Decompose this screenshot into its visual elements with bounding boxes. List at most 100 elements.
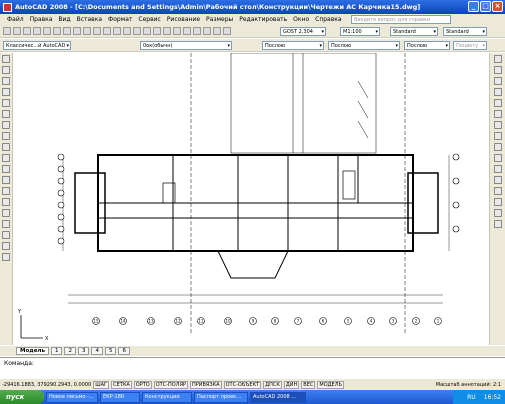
zoom-icon[interactable] [133, 27, 141, 35]
markup-icon[interactable] [203, 27, 211, 35]
zoom-window-icon[interactable] [143, 27, 151, 35]
sheetset-icon[interactable] [193, 27, 201, 35]
maximize-button[interactable]: □ [480, 1, 491, 12]
taskbar-item-folder[interactable]: Конструкции [142, 391, 192, 403]
otrack-toggle[interactable]: ОТС-ОБЪЕКТ [223, 380, 262, 389]
grid-toggle[interactable]: СЕТКА [111, 380, 132, 389]
copy-object-icon[interactable] [493, 66, 502, 74]
join-icon[interactable] [493, 187, 502, 195]
command-line[interactable]: Команда: [0, 357, 505, 379]
polar-toggle[interactable]: ОТС-ПОЛЯР [153, 380, 188, 389]
region-icon[interactable] [2, 231, 10, 239]
new-icon[interactable] [3, 27, 11, 35]
circle-icon[interactable] [2, 121, 10, 129]
taskbar-item-mail[interactable]: Новое письмо -... [46, 391, 98, 403]
menu-view[interactable]: Вид [55, 16, 73, 23]
explode-icon[interactable] [493, 220, 502, 228]
match-prop-icon[interactable] [93, 27, 101, 35]
tab-layout-4[interactable]: 4 [91, 347, 103, 355]
polyline-icon[interactable] [2, 77, 10, 85]
offset-icon[interactable] [493, 88, 502, 96]
save-icon[interactable] [23, 27, 31, 35]
paste-icon[interactable] [83, 27, 91, 35]
table-style-select[interactable]: Standard [390, 27, 438, 36]
erase-icon[interactable] [493, 55, 502, 63]
copy-icon[interactable] [73, 27, 81, 35]
lweight-toggle[interactable]: ВЕС [301, 380, 316, 389]
mtext-icon[interactable] [2, 253, 10, 261]
tab-model[interactable]: Модель [16, 347, 49, 355]
layer-select[interactable]: 0ок(обычн) [140, 41, 232, 50]
linetype-select[interactable]: Послою [328, 41, 400, 50]
make-block-icon[interactable] [2, 187, 10, 195]
arc-icon[interactable] [2, 110, 10, 118]
dyn-toggle[interactable]: ДИН [283, 380, 300, 389]
hatch-icon[interactable] [2, 209, 10, 217]
gradient-icon[interactable] [2, 220, 10, 228]
close-button[interactable]: × [492, 1, 503, 12]
start-button[interactable]: пуск [0, 390, 44, 404]
polygon-icon[interactable] [2, 88, 10, 96]
ducs-toggle[interactable]: ДПСК [263, 380, 282, 389]
snap-toggle[interactable]: ШАГ [93, 380, 110, 389]
calc-icon[interactable] [213, 27, 221, 35]
chamfer-icon[interactable] [493, 198, 502, 206]
menu-format[interactable]: Формат [105, 16, 135, 23]
pan-icon[interactable] [123, 27, 131, 35]
menu-dimension[interactable]: Размеры [203, 16, 236, 23]
insert-block-icon[interactable] [2, 176, 10, 184]
extend-icon[interactable] [493, 165, 502, 173]
undo-icon[interactable] [103, 27, 111, 35]
tab-layout-1[interactable]: 1 [50, 347, 63, 355]
tab-layout-5[interactable]: 5 [104, 347, 117, 355]
multileader-style-select[interactable]: Standard [443, 27, 487, 36]
stretch-icon[interactable] [493, 143, 502, 151]
break-icon[interactable] [493, 176, 502, 184]
print-icon[interactable] [33, 27, 41, 35]
line-icon[interactable] [2, 55, 10, 63]
ellipse-arc-icon[interactable] [2, 165, 10, 173]
menu-help[interactable]: Справка [312, 16, 344, 23]
tab-layout-6[interactable]: 6 [118, 347, 130, 355]
rectangle-icon[interactable] [2, 99, 10, 107]
help-icon[interactable] [223, 27, 231, 35]
plotstyle-select[interactable]: Поцвету [453, 41, 487, 50]
color-select[interactable]: Послою [262, 41, 324, 50]
tab-layout-3[interactable]: 3 [77, 347, 90, 355]
dim-style-select[interactable]: M1:100 [340, 27, 380, 36]
language-indicator[interactable]: RU [467, 394, 476, 401]
ellipse-icon[interactable] [2, 154, 10, 162]
cut-icon[interactable] [63, 27, 71, 35]
menu-modify[interactable]: Редактировать [236, 16, 290, 23]
taskbar-item-autocad[interactable]: AutoCAD 2008 ... [250, 391, 306, 403]
point-icon[interactable] [2, 198, 10, 206]
properties-icon[interactable] [163, 27, 171, 35]
help-search-input[interactable]: Введите вопрос для справки [351, 15, 451, 24]
menu-draw[interactable]: Рисование [164, 16, 203, 23]
menu-tools[interactable]: Сервис [135, 16, 163, 23]
revcloud-icon[interactable] [2, 132, 10, 140]
lineweight-select[interactable]: Послою [404, 41, 450, 50]
zoom-prev-icon[interactable] [153, 27, 161, 35]
osnap-toggle[interactable]: ПРИВЯЗКА [189, 380, 222, 389]
menu-edit[interactable]: Правка [27, 16, 56, 23]
xline-icon[interactable] [2, 66, 10, 74]
open-icon[interactable] [13, 27, 21, 35]
menu-window[interactable]: Окно [290, 16, 312, 23]
move-icon[interactable] [493, 110, 502, 118]
mirror-icon[interactable] [493, 77, 502, 85]
table-icon[interactable] [2, 242, 10, 250]
drawing-canvas[interactable]: 15 14 13 12 11 10 9 8 7 6 5 4 3 2 1 YX [13, 53, 489, 346]
model-toggle[interactable]: МОДЕЛЬ [317, 380, 344, 389]
trim-icon[interactable] [493, 154, 502, 162]
tab-layout-2[interactable]: 2 [64, 347, 76, 355]
spline-icon[interactable] [2, 143, 10, 151]
preview-icon[interactable] [43, 27, 51, 35]
design-center-icon[interactable] [173, 27, 181, 35]
taskbar-item-ekr[interactable]: ЕКР-180 [100, 391, 140, 403]
ortho-toggle[interactable]: ОРТО [133, 380, 152, 389]
text-style-select[interactable]: GOST 2.304 [280, 27, 326, 36]
minimize-button[interactable]: _ [468, 1, 479, 12]
menu-insert[interactable]: Вставка [74, 16, 105, 23]
array-icon[interactable] [493, 99, 502, 107]
